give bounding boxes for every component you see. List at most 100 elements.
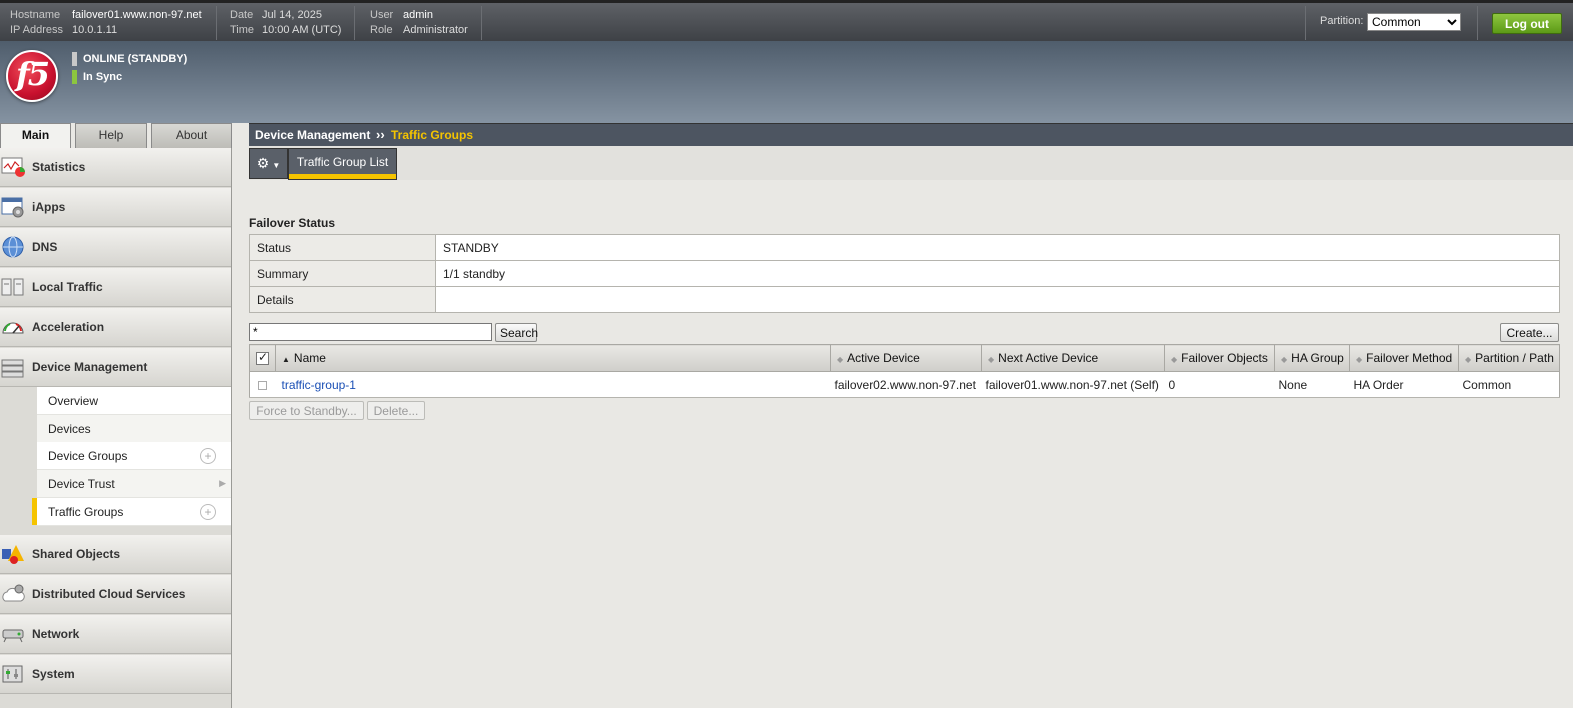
- ha-group-cell: None: [1274, 371, 1350, 398]
- breadcrumb: Device Management ›› Traffic Groups: [249, 123, 1573, 146]
- status-online-text: ONLINE (STANDBY): [83, 53, 188, 65]
- sidebar-item-distributed-cloud[interactable]: Distributed Cloud Services: [0, 575, 231, 614]
- sidebar-item-dns[interactable]: DNS: [0, 228, 231, 267]
- table-row: Details: [249, 286, 1560, 313]
- sort-asc-icon: ▲: [282, 355, 290, 364]
- sort-icon: ◆: [1465, 355, 1472, 364]
- logo-text: f5: [16, 55, 50, 93]
- details-key: Details: [249, 286, 436, 313]
- sidebar-item-device-management[interactable]: Device Management: [0, 348, 231, 387]
- column-header-ha-group[interactable]: ◆ HA Group: [1274, 344, 1350, 372]
- status-bar-sync: [72, 70, 77, 84]
- subnav-label: Device Groups: [48, 449, 128, 463]
- column-label: Failover Objects: [1181, 351, 1268, 365]
- column-label: Active Device: [847, 351, 920, 365]
- column-header-next-active-device[interactable]: ◆ Next Active Device: [981, 344, 1165, 372]
- network-icon: [2, 629, 24, 643]
- traffic-group-link[interactable]: traffic-group-1: [282, 378, 356, 392]
- subnav-label: Device Trust: [48, 477, 115, 491]
- sort-icon: ◆: [1281, 355, 1288, 364]
- statistics-icon: [1, 157, 25, 177]
- add-icon[interactable]: +: [200, 504, 216, 520]
- traffic-groups-table: ▲Name ◆Active Device ◆Next Active Device…: [249, 344, 1560, 398]
- column-header-failover-method[interactable]: ◆ Failover Method: [1349, 344, 1459, 372]
- select-all-checkbox[interactable]: [256, 350, 269, 366]
- sidebar-item-label: Local Traffic: [32, 280, 103, 294]
- divider: [1477, 6, 1478, 40]
- breadcrumb-current: Traffic Groups: [391, 128, 474, 142]
- logout-button[interactable]: Log out: [1492, 13, 1562, 34]
- tab-main[interactable]: Main: [0, 123, 71, 148]
- ip-label: IP Address: [10, 24, 63, 36]
- tab-help[interactable]: Help: [75, 123, 147, 148]
- divider: [216, 6, 217, 40]
- subnav-traffic-groups[interactable]: Traffic Groups +: [32, 498, 231, 526]
- subnav-device-groups[interactable]: Device Groups +: [37, 442, 231, 470]
- sidebar-item-acceleration[interactable]: Acceleration: [0, 308, 231, 347]
- add-icon[interactable]: +: [200, 448, 216, 464]
- column-header-failover-objects[interactable]: ◆ Failover Objects: [1164, 344, 1275, 372]
- search-input[interactable]: [249, 323, 492, 341]
- sidebar-item-label: System: [32, 667, 75, 681]
- column-label: Next Active Device: [998, 351, 1099, 365]
- active-device-cell: failover02.www.non-97.net: [830, 371, 982, 398]
- sidebar-item-label: Statistics: [32, 160, 86, 174]
- acceleration-gauge-icon: [2, 322, 24, 334]
- next-active-device-cell: failover01.www.non-97.net (Self): [981, 371, 1165, 398]
- subnav-device-trust[interactable]: Device Trust ▶: [37, 470, 231, 498]
- column-label: Name: [293, 351, 326, 365]
- column-header-partition[interactable]: ◆ Partition / Path: [1458, 344, 1560, 372]
- divider: [481, 6, 482, 40]
- divider: [354, 6, 355, 40]
- subnav-label: Overview: [48, 394, 99, 408]
- create-button[interactable]: Create...: [1500, 323, 1559, 342]
- role-value: Administrator: [403, 24, 468, 36]
- failover-status-table: Status STANDBY Summary 1/1 standby Details: [249, 234, 1560, 313]
- breadcrumb-separator: ››: [376, 127, 385, 142]
- time-value: 10:00 AM (UTC): [262, 24, 342, 36]
- subnav-label: Traffic Groups: [48, 505, 124, 519]
- column-label: HA Group: [1291, 351, 1344, 365]
- f5-logo[interactable]: f5: [6, 50, 58, 102]
- divider: [1305, 6, 1306, 40]
- sidebar-item-system[interactable]: System: [0, 655, 231, 694]
- main-tabs: Main Help About: [0, 123, 232, 148]
- status-value: STANDBY: [435, 234, 1560, 261]
- subnav-overview[interactable]: Overview: [37, 387, 231, 415]
- tab-about[interactable]: About: [151, 123, 232, 148]
- delete-button[interactable]: Delete...: [367, 401, 425, 420]
- table-header-row: ▲Name ◆Active Device ◆Next Active Device…: [249, 344, 1560, 372]
- search-button[interactable]: Search: [495, 323, 538, 342]
- sidebar-item-network[interactable]: Network: [0, 615, 231, 654]
- top-header-bar: Hostname failover01.www.non-97.net IP Add…: [0, 0, 1573, 41]
- row-checkbox[interactable]: [258, 380, 267, 390]
- sidebar-item-statistics[interactable]: Statistics: [0, 148, 231, 187]
- column-header-name[interactable]: ▲ Name: [275, 344, 831, 372]
- dns-globe-icon: [2, 236, 24, 258]
- column-label: Failover Method: [1366, 351, 1453, 365]
- date-label: Date: [230, 9, 254, 21]
- cloud-gear-icon: [2, 584, 25, 602]
- user-info: User admin Role Administrator: [370, 8, 468, 38]
- sidebar-item-iapps[interactable]: iApps: [0, 188, 231, 227]
- gear-menu-button[interactable]: ⚙ ▼: [249, 148, 288, 179]
- hostname-label: Hostname: [10, 9, 61, 21]
- system-icon: [2, 665, 23, 683]
- sort-icon: ◆: [1356, 355, 1363, 364]
- sidebar-item-local-traffic[interactable]: Local Traffic: [0, 268, 231, 307]
- force-to-standby-button[interactable]: Force to Standby...: [249, 401, 364, 420]
- role-label: Role: [370, 24, 393, 36]
- subnav-devices[interactable]: Devices: [37, 415, 231, 443]
- column-header-active-device[interactable]: ◆ Active Device: [830, 344, 982, 372]
- tab-traffic-group-list[interactable]: Traffic Group List: [288, 148, 397, 180]
- status-sync-text: In Sync: [83, 71, 123, 83]
- banner: f5 ONLINE (STANDBY) In Sync: [0, 41, 1573, 123]
- sort-icon: ◆: [988, 355, 995, 364]
- details-value: [435, 286, 1560, 313]
- sidebar-item-shared-objects[interactable]: Shared Objects: [0, 535, 231, 574]
- time-label: Time: [230, 24, 255, 36]
- table-row: Status STANDBY: [249, 234, 1560, 261]
- partition-select[interactable]: Common: [1367, 13, 1461, 31]
- date-value: Jul 14, 2025: [262, 9, 322, 21]
- breadcrumb-section[interactable]: Device Management: [255, 128, 370, 142]
